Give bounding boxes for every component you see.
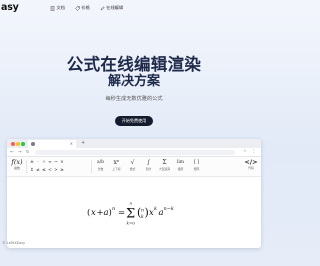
symbol-palette: ± · ÷ ≈ ~ × ↕ ≠ ≤ < > ≥ <box>29 160 65 173</box>
svg-text:k=0: k=0 <box>127 221 136 226</box>
matrix-tool[interactable]: [ ] 矩阵 <box>191 159 202 171</box>
svg-text:Σ: Σ <box>126 207 135 222</box>
code-icon: </> <box>244 158 258 166</box>
maximize-window-dot[interactable] <box>21 142 25 146</box>
matrix-icon: [ ] <box>194 159 199 165</box>
svg-text:=: = <box>118 208 125 218</box>
logo[interactable]: asy <box>1 2 19 13</box>
nav-item-docs[interactable]: 文档 <box>50 5 65 11</box>
radical-tool[interactable]: √ 根式 <box>127 159 138 171</box>
svg-text:x: x <box>91 208 96 218</box>
svg-text:n−k: n−k <box>164 206 174 212</box>
editor-preview-window: × + ← → ↻ ☆ ⋮ f(x) 函数 ± · ÷ ≈ ~ × ↕ ≠ ≤ … <box>7 139 261 248</box>
footer-credit: © LaTeXEasy <box>2 241 26 245</box>
fraction-tool[interactable]: a/b 分数 <box>95 159 106 171</box>
nav-arrows-icon[interactable]: ← → ↻ <box>10 150 31 155</box>
browser-menu-icon[interactable]: ☆ ⋮ <box>243 149 257 154</box>
large-operator-tool[interactable]: Σ 大型运算 <box>159 159 170 171</box>
sum-icon: Σ <box>162 158 167 166</box>
svg-text:k: k <box>154 206 157 212</box>
limit-icon: lim <box>176 159 185 165</box>
structure-tools: a/b 分数 xⁿ 上下标 √ 根式 ∫ 积分 Σ 大型运算 lim 极限 [ ] 矩阵 <box>95 159 202 171</box>
formula-canvas[interactable]: ( x + a ) n = Σ n k=0 ( n k ) x k a n−k <box>7 191 261 231</box>
nav-item-label: 价格 <box>81 5 90 10</box>
svg-text:n: n <box>112 206 115 212</box>
start-free-button[interactable]: 开始免费使用 <box>115 116 153 126</box>
browser-titlebar: × + <box>7 139 261 148</box>
symbol-button[interactable]: × <box>59 160 65 165</box>
close-window-dot[interactable] <box>11 142 15 146</box>
svg-text:(: ( <box>87 207 90 218</box>
integral-tool[interactable]: ∫ 积分 <box>143 159 154 171</box>
function-tool[interactable]: f(x) 函数 <box>11 158 23 170</box>
limit-tool[interactable]: lim 极限 <box>175 159 186 171</box>
edit-icon <box>100 5 105 10</box>
script-tool[interactable]: xⁿ 上下标 <box>111 159 122 171</box>
price-tag-icon <box>75 5 80 11</box>
hero-subtitle: 每秒生成无数优雅的公式 <box>105 96 163 102</box>
binomial-formula: ( x + a ) n = Σ n k=0 ( n k ) x k a n−k <box>87 201 174 226</box>
svg-text:n: n <box>130 201 133 206</box>
tab-close-icon[interactable]: × <box>70 141 73 146</box>
minimize-window-dot[interactable] <box>16 142 20 146</box>
site-header: asy 文档 价格 在线编辑 <box>0 0 268 18</box>
radical-icon: √ <box>130 158 135 166</box>
symbol-button[interactable]: ≥ <box>59 168 65 173</box>
doc-icon <box>50 5 55 11</box>
address-bar: ← → ↻ ☆ ⋮ <box>7 148 261 157</box>
nav-item-online-editor[interactable]: 在线编辑 <box>100 5 123 11</box>
formula-toolbar: f(x) 函数 ± · ÷ ≈ ~ × ↕ ≠ ≤ < > ≥ a/b 分数 x… <box>7 157 261 177</box>
top-nav: 文档 价格 在线编辑 <box>50 5 123 11</box>
hero-title-secondary: 解决方案 <box>107 74 160 89</box>
favicon-icon <box>31 142 35 146</box>
code-view-tool[interactable]: </> 代码 <box>244 158 258 170</box>
integral-icon: ∫ <box>146 158 151 166</box>
function-icon: f(x) <box>11 158 23 166</box>
url-field[interactable] <box>35 149 235 155</box>
nav-item-label: 在线编辑 <box>106 5 124 10</box>
new-tab-icon[interactable]: + <box>81 140 85 146</box>
fraction-icon: a/b <box>96 159 105 165</box>
tool-label: 函数 <box>13 166 20 170</box>
nav-item-pricing[interactable]: 价格 <box>75 5 90 11</box>
nav-item-label: 文档 <box>56 5 65 10</box>
superscript-icon: xⁿ <box>113 158 120 166</box>
landing-page: asy 文档 价格 在线编辑 公式在线编辑渲染 解决方案 每秒生成无数优雅的公式… <box>0 0 268 266</box>
browser-tab[interactable]: × <box>28 140 76 148</box>
